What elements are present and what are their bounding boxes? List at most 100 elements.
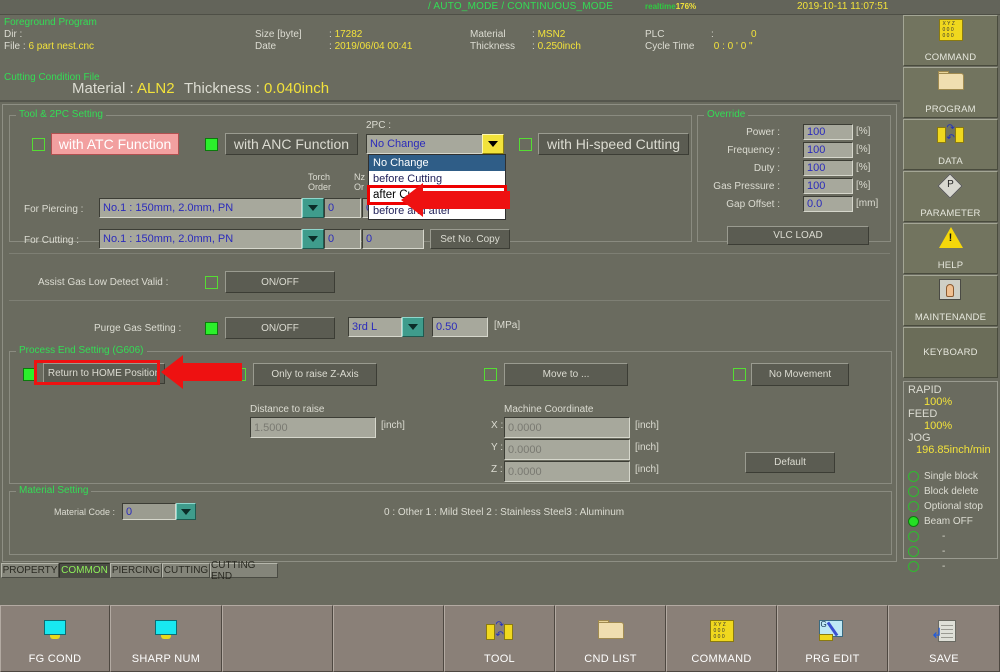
purge-gas-onoff-button[interactable]: ON/OFF bbox=[225, 317, 335, 339]
for-cutting-nz-order[interactable]: 0 bbox=[362, 229, 424, 249]
status-radio-empty-1[interactable]: - bbox=[908, 529, 993, 544]
assist-gas-checkbox[interactable] bbox=[205, 276, 218, 289]
sidebar-item-parameter[interactable]: P PARAMETER bbox=[903, 171, 998, 222]
realtime-indicator: realtime176% bbox=[645, 2, 696, 11]
assist-gas-row: Assist Gas Low Detect Valid : ON/OFF bbox=[3, 265, 896, 297]
for-piercing-dropdown-arrow[interactable] bbox=[302, 198, 324, 218]
sidebar-label-help: HELP bbox=[938, 260, 964, 271]
status-radio-label: Single block bbox=[924, 471, 978, 482]
only-to-raise-z-axis-button[interactable]: Only to raise Z-Axis bbox=[253, 363, 377, 386]
for-piercing-torch-order[interactable]: 0 bbox=[324, 198, 361, 218]
sidebar-item-maintenance[interactable]: MAINTENANDE bbox=[903, 275, 998, 326]
coord-y-label: Y : bbox=[491, 442, 503, 453]
program-dir-row: Dir : bbox=[4, 29, 22, 40]
override-gas-pressure-label: Gas Pressure : bbox=[713, 181, 780, 192]
twopc-option-0[interactable]: No Change bbox=[369, 155, 505, 171]
tool-2pc-setting-group: Tool & 2PC Setting with ATC Function wit… bbox=[9, 115, 692, 242]
set-no-copy-button[interactable]: Set No. Copy bbox=[430, 229, 510, 249]
tab-property[interactable]: PROPERTY bbox=[1, 563, 59, 578]
process-end-no-movement-checkbox[interactable] bbox=[733, 368, 746, 381]
with-anc-function-button[interactable]: with ANC Function bbox=[225, 133, 358, 155]
for-cutting-torch-order[interactable]: 0 bbox=[324, 229, 361, 249]
function-key-save[interactable]: ↲ SAVE bbox=[888, 605, 1000, 672]
sidebar-label-parameter: PARAMETER bbox=[920, 208, 980, 219]
distance-to-raise-value[interactable]: 1.5000 bbox=[250, 417, 376, 438]
override-gas-pressure-value[interactable]: 100 bbox=[803, 178, 853, 194]
twopc-dropdown-arrow[interactable] bbox=[482, 134, 504, 154]
override-frequency-value[interactable]: 100 bbox=[803, 142, 853, 158]
for-piercing-tool-value[interactable]: No.1 : 150mm, 2.0mm, PN bbox=[99, 198, 302, 218]
program-size-value: 17282 bbox=[335, 29, 363, 40]
material-code-value[interactable]: 0 bbox=[122, 503, 176, 520]
purge-gas-pressure-value[interactable]: 0.50 bbox=[432, 317, 488, 337]
function-key-fg-cond[interactable]: FG COND bbox=[0, 605, 110, 672]
function-key-command[interactable]: X Y Z0 0 00 0 0 COMMAND bbox=[666, 605, 777, 672]
callout-box-return-home bbox=[34, 360, 160, 385]
status-radio-label: - bbox=[924, 531, 945, 542]
material-code-label: Material Code : bbox=[54, 507, 115, 517]
material-code-dropdown-arrow[interactable] bbox=[176, 503, 196, 520]
condition-material-label: Material : bbox=[72, 80, 134, 97]
coord-z-value[interactable]: 0.0000 bbox=[504, 461, 630, 482]
function-key-tool[interactable]: ↷↶ TOOL bbox=[444, 605, 555, 672]
material-setting-group: Material Setting Material Code : 0 0 : O… bbox=[9, 491, 892, 555]
coord-x-value[interactable]: 0.0000 bbox=[504, 417, 630, 438]
sidebar-item-keyboard[interactable]: KEYBOARD bbox=[903, 327, 998, 378]
function-key-sharp-num[interactable]: SHARP NUM bbox=[110, 605, 222, 672]
status-radio-single-block[interactable]: Single block bbox=[908, 469, 993, 484]
status-radio-optional-stop[interactable]: Optional stop bbox=[908, 499, 993, 514]
status-radio-empty-2[interactable]: - bbox=[908, 544, 993, 559]
status-radio-beam-off[interactable]: Beam OFF bbox=[908, 514, 993, 529]
for-cutting-tool-value[interactable]: No.1 : 150mm, 2.0mm, PN bbox=[99, 229, 302, 249]
no-movement-button[interactable]: No Movement bbox=[751, 363, 849, 386]
function-key-blank-1[interactable] bbox=[222, 605, 333, 672]
override-gap-offset-value[interactable]: 0.0 bbox=[803, 196, 853, 212]
purge-gas-select-value[interactable]: 3rd L bbox=[348, 317, 402, 337]
callout-arrow-dropdown bbox=[401, 183, 511, 217]
sidebar-item-help[interactable]: ! HELP bbox=[903, 223, 998, 274]
tab-common[interactable]: COMMON bbox=[59, 563, 110, 578]
override-row: Gap Offset : 0.0 [mm] bbox=[698, 196, 890, 214]
with-atc-function-button[interactable]: with ATC Function bbox=[51, 133, 179, 155]
rapid-value: 100% bbox=[908, 396, 993, 408]
tab-cutting[interactable]: CUTTING bbox=[162, 563, 210, 578]
atc-function-checkbox[interactable] bbox=[32, 138, 45, 151]
status-radio-block-delete[interactable]: Block delete bbox=[908, 484, 993, 499]
function-key-blank-2[interactable] bbox=[333, 605, 444, 672]
radio-dot-icon bbox=[908, 531, 919, 542]
sidebar-label-program: PROGRAM bbox=[925, 104, 976, 115]
tab-cutting-end[interactable]: CUTTING END bbox=[210, 563, 278, 578]
twopc-select-value[interactable]: No Change bbox=[366, 134, 484, 154]
sidebar-item-data[interactable]: ↷↶ DATA bbox=[903, 119, 998, 170]
function-key-cnd-list[interactable]: CND LIST bbox=[555, 605, 666, 672]
data-exchange-icon: ↷↶ bbox=[485, 620, 515, 642]
process-end-move-to-checkbox[interactable] bbox=[484, 368, 497, 381]
coord-x-label: X : bbox=[491, 420, 503, 431]
distance-to-raise-unit: [inch] bbox=[381, 420, 405, 431]
purge-gas-checkbox[interactable] bbox=[205, 322, 218, 335]
sidebar-item-command[interactable]: X Y Z0 0 00 0 0 COMMAND bbox=[903, 15, 998, 66]
rapid-label: RAPID bbox=[908, 384, 993, 396]
move-to-button[interactable]: Move to ... bbox=[504, 363, 628, 386]
coord-y-value[interactable]: 0.0000 bbox=[504, 439, 630, 460]
purge-gas-dropdown-arrow[interactable] bbox=[402, 317, 424, 337]
hispeed-cutting-checkbox[interactable] bbox=[519, 138, 532, 151]
vlc-load-button[interactable]: VLC LOAD bbox=[727, 226, 869, 245]
assist-gas-onoff-button[interactable]: ON/OFF bbox=[225, 271, 335, 293]
status-radio-list: Single block Block delete Optional stop … bbox=[908, 469, 993, 574]
realtime-label: realtime bbox=[645, 2, 676, 11]
for-cutting-dropdown-arrow[interactable] bbox=[302, 229, 324, 249]
default-button[interactable]: Default bbox=[745, 452, 835, 473]
with-hispeed-cutting-button[interactable]: with Hi-speed Cutting bbox=[538, 133, 689, 155]
status-radio-empty-3[interactable]: - bbox=[908, 559, 993, 574]
override-power-value[interactable]: 100 bbox=[803, 124, 853, 140]
function-key-prg-edit[interactable]: G PRG EDIT bbox=[777, 605, 888, 672]
command-list-icon: X Y Z0 0 00 0 0 bbox=[710, 620, 734, 642]
foreground-program-header: Foreground Program Dir : File : 6 part n… bbox=[0, 15, 900, 74]
sidebar-item-program[interactable]: PROGRAM bbox=[903, 67, 998, 118]
anc-function-checkbox[interactable] bbox=[205, 138, 218, 151]
sidebar-label-data: DATA bbox=[938, 156, 963, 167]
tab-piercing[interactable]: PIERCING bbox=[110, 563, 162, 578]
program-thickness-label: Thickness bbox=[470, 41, 532, 52]
override-duty-value[interactable]: 100 bbox=[803, 160, 853, 176]
